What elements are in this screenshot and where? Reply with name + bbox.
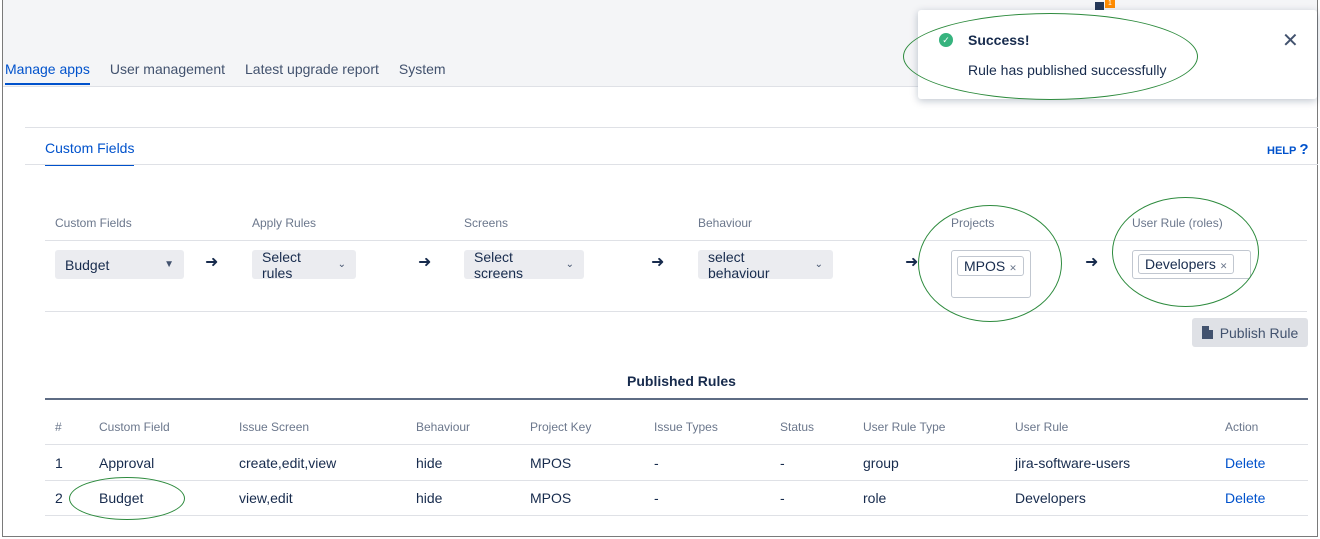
row-issue-screen: view,edit (239, 490, 293, 506)
screens-value: Select screens (474, 248, 524, 281)
tab-custom-fields[interactable]: Custom Fields (45, 140, 135, 166)
delete-rule-link[interactable]: Delete (1225, 490, 1265, 506)
toast-title: Success! (968, 32, 1030, 48)
bell-icon (1095, 2, 1104, 10)
tab-system[interactable]: System (399, 61, 446, 85)
close-icon[interactable]: ✕ (1282, 28, 1299, 53)
projects-label: Projects (951, 216, 995, 230)
chevron-down-icon: ⌄ (814, 259, 823, 270)
col-header-custom-field: Custom Field (99, 420, 170, 434)
user-rule-chip[interactable]: Developers ✕ (1138, 254, 1235, 274)
rule-builder-divider-top (45, 240, 1307, 241)
custom-field-select[interactable]: Budget ▼ (55, 250, 184, 279)
col-header-index: # (55, 420, 62, 434)
row-user-rule: jira-software-users (1015, 455, 1131, 471)
table-header-rule (45, 398, 1308, 400)
tab-latest-upgrade-report[interactable]: Latest upgrade report (245, 61, 379, 85)
admin-nav-tabs: Manage apps User management Latest upgra… (5, 61, 466, 85)
question-icon: ? (1299, 141, 1309, 158)
row-behaviour: hide (416, 490, 443, 506)
custom-field-value: Budget (65, 256, 110, 273)
row-user-rule-type: role (863, 490, 887, 506)
delete-rule-link[interactable]: Delete (1225, 455, 1265, 471)
published-rules-title: Published Rules (627, 373, 736, 389)
row-custom-field: Budget (99, 490, 144, 506)
row-user-rule-type: group (863, 455, 899, 471)
row-issue-types: - (654, 455, 659, 471)
tab-user-management[interactable]: User management (110, 61, 225, 85)
success-toast: ✓ Success! Rule has published successful… (918, 10, 1317, 99)
tab-manage-apps[interactable]: Manage apps (5, 61, 90, 85)
row-issue-types: - (654, 490, 659, 506)
help-label: HELP (1267, 145, 1297, 157)
arrow-right-icon: ➜ (205, 254, 219, 271)
row-user-rule: Developers (1015, 490, 1086, 506)
apply-rules-value: Select rules (262, 248, 301, 281)
col-header-user-rule: User Rule (1015, 420, 1069, 434)
table-row-divider (45, 444, 1308, 445)
project-chip-label: MPOS (964, 258, 1006, 274)
row-status: - (780, 455, 785, 471)
chevron-down-icon: ⌄ (565, 259, 574, 270)
publish-rule-button[interactable]: Publish Rule (1192, 318, 1308, 347)
user-rule-multiselect[interactable]: Developers ✕ (1132, 250, 1251, 279)
notification-count-badge: 1 (1105, 0, 1115, 8)
remove-chip-icon[interactable]: ✕ (1220, 261, 1228, 271)
screens-select[interactable]: Select screens ⌄ (464, 248, 584, 281)
behaviour-label: Behaviour (698, 216, 753, 230)
toast-message: Rule has published successfully (968, 62, 1167, 78)
document-icon (1201, 326, 1213, 339)
row-index: 1 (55, 455, 63, 471)
table-row-divider (45, 480, 1308, 481)
row-issue-screen: create,edit,view (239, 455, 337, 471)
col-header-action: Action (1225, 420, 1259, 434)
row-index: 2 (55, 490, 63, 506)
arrow-right-icon: ➜ (905, 254, 919, 271)
success-check-icon: ✓ (939, 33, 953, 47)
notification-indicator[interactable]: 1 (1095, 0, 1117, 10)
panel-divider-top (25, 127, 1318, 128)
screens-label: Screens (464, 216, 509, 230)
apply-rules-select[interactable]: Select rules ⌄ (252, 248, 356, 281)
panel-divider-bottom (25, 164, 1318, 165)
row-status: - (780, 490, 785, 506)
projects-multiselect[interactable]: MPOS ✕ (951, 250, 1031, 298)
behaviour-value: select behaviour (708, 248, 770, 281)
row-project-key: MPOS (530, 490, 572, 506)
col-header-project-key: Project Key (530, 420, 592, 434)
row-project-key: MPOS (530, 455, 572, 471)
col-header-behaviour: Behaviour (416, 420, 471, 434)
user-rule-label: User Rule (roles) (1132, 216, 1223, 230)
user-rule-chip-label: Developers (1145, 256, 1216, 272)
col-header-user-rule-type: User Rule Type (863, 420, 946, 434)
table-row-divider (45, 515, 1308, 516)
behaviour-select[interactable]: select behaviour ⌄ (698, 248, 833, 281)
arrow-right-icon: ➜ (418, 254, 432, 271)
custom-fields-label: Custom Fields (55, 216, 132, 230)
apply-rules-label: Apply Rules (252, 216, 317, 230)
project-chip[interactable]: MPOS ✕ (957, 256, 1024, 276)
arrow-right-icon: ➜ (651, 254, 665, 271)
chevron-down-icon: ⌄ (337, 259, 346, 270)
row-behaviour: hide (416, 455, 443, 471)
row-custom-field: Approval (99, 455, 155, 471)
rule-builder-divider-bottom (45, 311, 1307, 312)
col-header-issue-types: Issue Types (654, 420, 718, 434)
caret-down-icon: ▼ (164, 259, 174, 270)
arrow-right-icon: ➜ (1085, 254, 1099, 271)
col-header-issue-screen: Issue Screen (239, 420, 310, 434)
help-link[interactable]: HELP? (1267, 141, 1309, 158)
remove-chip-icon[interactable]: ✕ (1009, 263, 1017, 273)
col-header-status: Status (780, 420, 815, 434)
publish-rule-label: Publish Rule (1219, 324, 1299, 341)
